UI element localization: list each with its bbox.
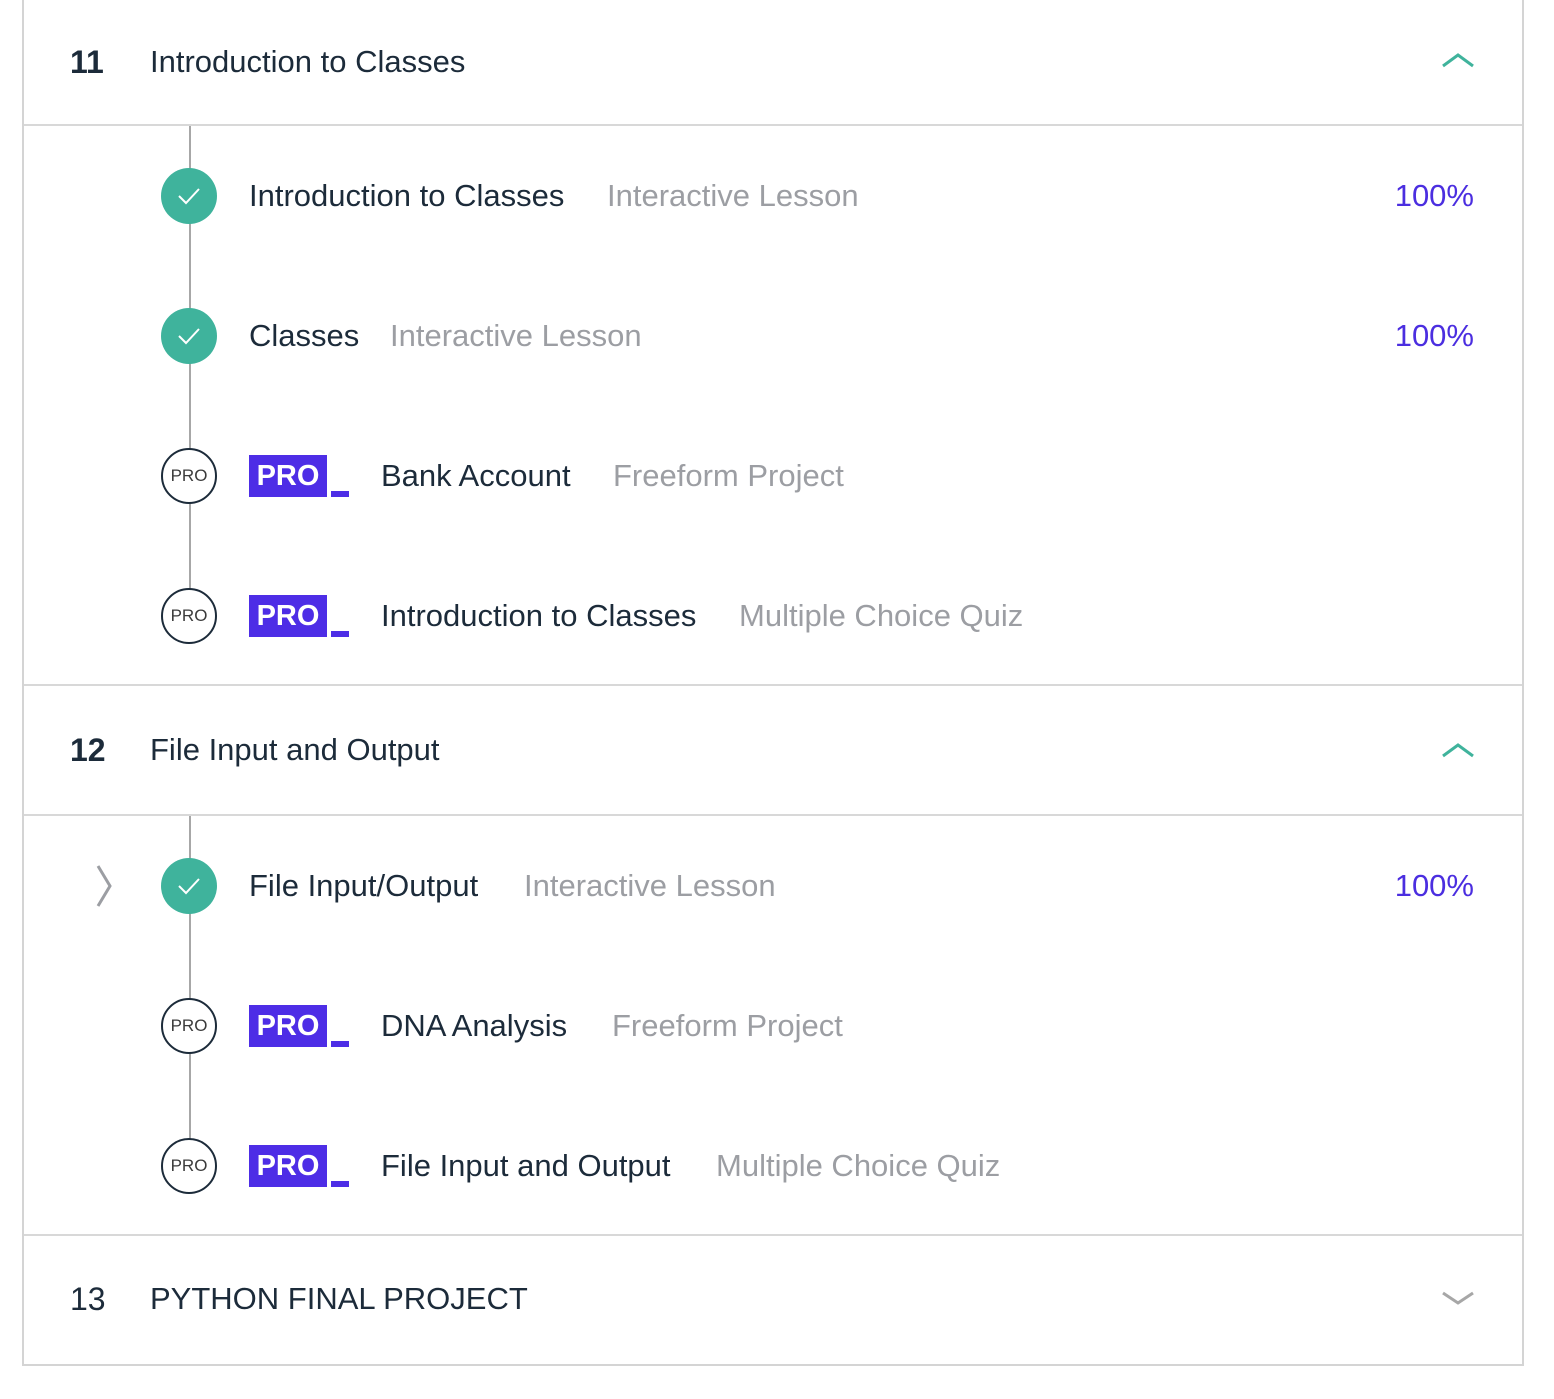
module-title: PYTHON FINAL PROJECT <box>150 1281 528 1316</box>
pro-cursor-mark <box>331 491 349 497</box>
pro-cursor-mark <box>331 631 349 637</box>
pro-badge-label: PRO <box>249 1005 327 1047</box>
module-title: Introduction to Classes <box>150 44 466 79</box>
pro-badge: PRO <box>249 1005 349 1047</box>
module-title: File Input and Output <box>150 732 440 767</box>
pro-cursor-mark <box>331 1041 349 1047</box>
item-title[interactable]: Bank Account <box>381 446 571 506</box>
chevron-right-icon <box>94 862 114 910</box>
module-body-11: Introduction to Classes Interactive Less… <box>24 126 1522 686</box>
list-item[interactable]: PRO PRO Introduction to Classes Multiple… <box>24 586 1522 646</box>
list-item[interactable]: PRO PRO DNA Analysis Freeform Project <box>24 996 1522 1056</box>
pro-badge: PRO <box>249 1145 349 1187</box>
module-number: 12 <box>70 732 106 768</box>
module-header-13[interactable]: 13 PYTHON FINAL PROJECT <box>24 1236 1522 1364</box>
check-circle-icon <box>161 168 217 224</box>
item-progress: 100% <box>1394 868 1474 903</box>
pro-lock-circle: PRO <box>161 1138 217 1194</box>
pro-badge-label: PRO <box>249 455 327 497</box>
item-type: Interactive Lesson <box>524 868 776 903</box>
item-progress: 100% <box>1394 318 1474 353</box>
check-circle-icon <box>161 308 217 364</box>
chevron-up-icon[interactable] <box>1440 736 1476 764</box>
pro-badge-label: PRO <box>249 1145 327 1187</box>
chevron-down-icon[interactable] <box>1440 1284 1476 1312</box>
pro-badge: PRO <box>249 595 349 637</box>
pro-lock-circle: PRO <box>161 448 217 504</box>
item-progress: 100% <box>1394 178 1474 213</box>
item-title[interactable]: File Input and Output <box>381 1136 671 1196</box>
pro-cursor-mark <box>331 1181 349 1187</box>
item-type: Multiple Choice Quiz <box>716 1148 1001 1183</box>
pro-badge-label: PRO <box>249 595 327 637</box>
pro-lock-circle: PRO <box>161 998 217 1054</box>
module-number: 13 <box>70 1281 106 1317</box>
item-title[interactable]: DNA Analysis <box>381 996 567 1056</box>
check-circle-icon <box>161 858 217 914</box>
module-body-12: File Input/Output Interactive Lesson 100… <box>24 816 1522 1236</box>
course-syllabus: 11 Introduction to Classes Introduction … <box>22 0 1524 1366</box>
item-title[interactable]: Introduction to Classes <box>381 586 696 646</box>
list-item[interactable]: File Input/Output Interactive Lesson 100… <box>24 856 1522 916</box>
item-title[interactable]: File Input/Output <box>249 856 478 916</box>
item-type: Interactive Lesson <box>607 178 859 213</box>
pro-lock-circle: PRO <box>161 588 217 644</box>
module-header-11[interactable]: 11 Introduction to Classes <box>24 0 1522 126</box>
item-type: Multiple Choice Quiz <box>739 598 1024 633</box>
pro-badge: PRO <box>249 455 349 497</box>
item-type: Freeform Project <box>612 1008 843 1043</box>
item-title[interactable]: Introduction to Classes <box>249 166 564 226</box>
item-type: Interactive Lesson <box>390 318 642 353</box>
module-number: 11 <box>70 44 104 80</box>
item-title[interactable]: Classes <box>249 306 359 366</box>
list-item[interactable]: Classes Interactive Lesson 100% <box>24 306 1522 366</box>
item-type: Freeform Project <box>613 458 844 493</box>
list-item[interactable]: Introduction to Classes Interactive Less… <box>24 166 1522 226</box>
module-header-12[interactable]: 12 File Input and Output <box>24 686 1522 816</box>
chevron-up-icon[interactable] <box>1440 46 1476 74</box>
list-item[interactable]: PRO PRO Bank Account Freeform Project <box>24 446 1522 506</box>
list-item[interactable]: PRO PRO File Input and Output Multiple C… <box>24 1136 1522 1196</box>
